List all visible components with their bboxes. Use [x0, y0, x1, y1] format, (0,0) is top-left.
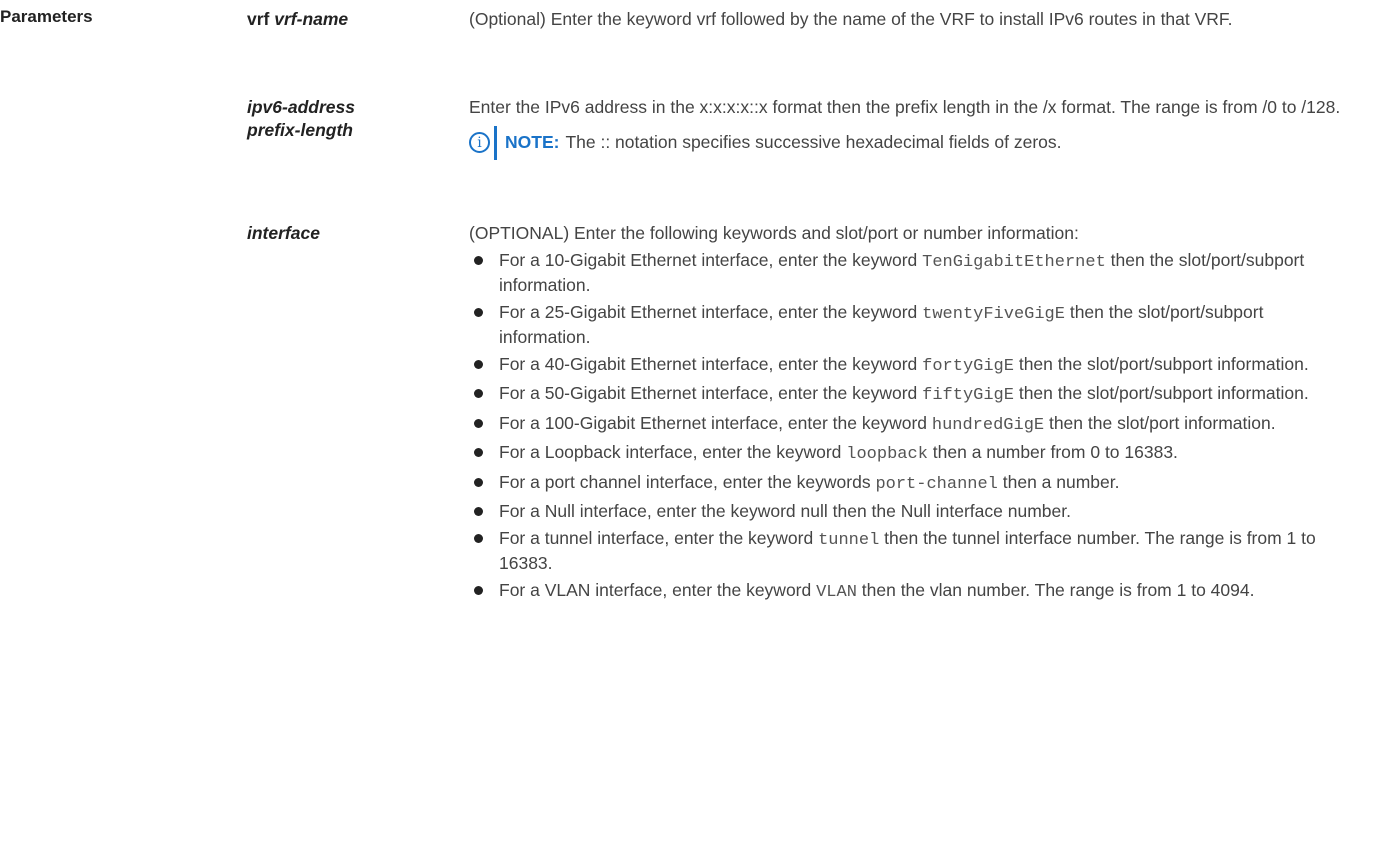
- param-desc-text: Enter the IPv6 address in the x:x:x:x::x…: [469, 97, 1341, 117]
- param-term-vrf: vrf vrf-name: [247, 8, 467, 31]
- param-term-variable: vrf-name: [274, 9, 349, 29]
- list-item: For a port channel interface, enter the …: [469, 471, 1359, 497]
- list-item: For a tunnel interface, enter the keywor…: [469, 527, 1359, 575]
- keyword-code: VLAN: [816, 582, 857, 602]
- bullet-text: For a VLAN interface, enter the keyword: [499, 579, 817, 600]
- param-term-line1: ipv6-address: [247, 97, 355, 117]
- bullet-text: then the slot/port/subport information.: [1013, 383, 1309, 403]
- bullet-text: then the vlan number. The range is from …: [856, 579, 1255, 600]
- bullet-text: For a 10-Gigabit Ethernet interface, ent…: [499, 249, 923, 270]
- note-label: NOTE:: [505, 132, 560, 153]
- bullet-text: For a Loopback interface, enter the keyw…: [499, 442, 847, 462]
- keyword-code: fortyGigE: [922, 356, 1014, 376]
- param-term-keyword: vrf: [247, 9, 270, 29]
- list-item: For a 50-Gigabit Ethernet interface, ent…: [469, 382, 1359, 408]
- list-item: For a Loopback interface, enter the keyw…: [469, 441, 1359, 467]
- bullet-text: For a Null interface, enter the keyword …: [499, 501, 1071, 521]
- keyword-code: loopback: [846, 445, 928, 464]
- param-term-interface: interface: [247, 222, 467, 245]
- param-desc-interface: (OPTIONAL) Enter the following keywords …: [469, 222, 1359, 604]
- bullet-text: then the slot/port/subport information.: [1013, 353, 1309, 374]
- param-ipv6-address: ipv6-address prefix-length Enter the IPv…: [247, 96, 1378, 206]
- bullet-text: then a number.: [997, 471, 1120, 492]
- keyword-code: port-channel: [875, 474, 998, 494]
- list-item: For a 100-Gigabit Ethernet interface, en…: [469, 412, 1359, 438]
- param-interface: interface (OPTIONAL) Enter the following…: [247, 222, 1378, 842]
- note-callout: i NOTE: The :: notation specifies succes…: [469, 125, 1359, 160]
- bullet-text: For a port channel interface, enter the …: [499, 471, 876, 492]
- list-item: For a 40-Gigabit Ethernet interface, ent…: [469, 353, 1359, 379]
- bullet-text: For a 25-Gigabit Ethernet interface, ent…: [499, 301, 923, 322]
- param-term-variable: interface: [247, 223, 320, 243]
- bullet-text: then a number from 0 to 16383.: [927, 442, 1178, 462]
- note-divider: [494, 125, 497, 160]
- bullet-text: then the slot/port information.: [1044, 412, 1276, 433]
- bullet-text: For a 100-Gigabit Ethernet interface, en…: [499, 412, 932, 433]
- keyword-code: hundredGigE: [931, 415, 1045, 435]
- param-term-ipv6: ipv6-address prefix-length: [247, 96, 467, 141]
- list-item: For a 10-Gigabit Ethernet interface, ent…: [469, 249, 1359, 297]
- keyword-code: fiftyGigE: [922, 386, 1014, 405]
- list-item: For a VLAN interface, enter the keyword …: [469, 579, 1359, 605]
- section-heading: Parameters: [0, 7, 93, 26]
- note-text: The :: notation specifies successive hex…: [565, 132, 1062, 153]
- keyword-code: TenGigabitEthernet: [922, 252, 1106, 272]
- param-desc-vrf: (Optional) Enter the keyword vrf followe…: [469, 9, 1233, 29]
- bullet-text: For a 50-Gigabit Ethernet interface, ent…: [499, 383, 923, 403]
- param-term-line2: prefix-length: [247, 119, 353, 140]
- param-desc-ipv6: Enter the IPv6 address in the x:x:x:x::x…: [469, 96, 1359, 160]
- param-desc-intro: (OPTIONAL) Enter the following keywords …: [469, 223, 1079, 243]
- bullet-text: For a tunnel interface, enter the keywor…: [499, 527, 819, 548]
- bullet-text: For a 40-Gigabit Ethernet interface, ent…: [499, 353, 923, 374]
- keyword-code: tunnel: [818, 530, 880, 550]
- interface-bullet-list: For a 10-Gigabit Ethernet interface, ent…: [469, 249, 1359, 605]
- info-icon: i: [469, 132, 490, 153]
- list-item: For a 25-Gigabit Ethernet interface, ent…: [469, 301, 1359, 349]
- keyword-code: twentyFiveGigE: [922, 304, 1065, 324]
- param-vrf: vrf vrf-name (Optional) Enter the keywor…: [247, 8, 1378, 68]
- list-item: For a Null interface, enter the keyword …: [469, 500, 1359, 523]
